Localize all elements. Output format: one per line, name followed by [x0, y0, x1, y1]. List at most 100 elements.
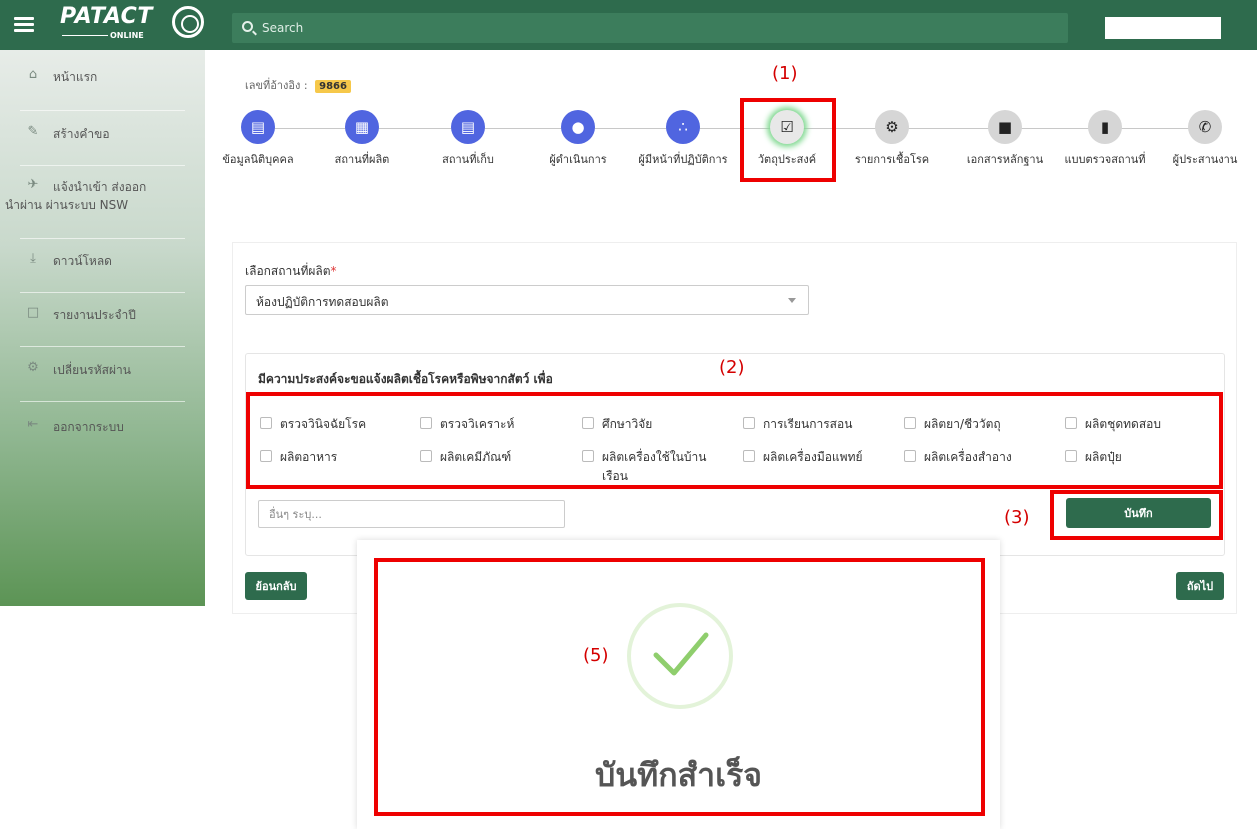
sidebar-divider — [20, 292, 185, 293]
logo-line — [62, 35, 108, 36]
reference-number: เลขที่อ้างอิง : 9866 — [245, 76, 351, 94]
sidebar-item-nsw[interactable]: ✈ แจ้งนำเข้า ส่งออก — [0, 178, 205, 197]
id-card-icon: ▤ — [241, 110, 275, 144]
cogs-icon: ⚙ — [875, 110, 909, 144]
checkbox-label: ผลิตยา/ชีววัตถุ — [924, 417, 1001, 431]
building-icon: ▦ — [345, 110, 379, 144]
purpose-checkbox[interactable]: ผลิตชุดทดสอบ — [1065, 415, 1205, 434]
step-label: ผู้มีหน้าที่ปฏิบัติการ — [638, 153, 728, 166]
purpose-checkbox[interactable]: ผลิตเคมีภัณฑ์ — [420, 448, 560, 467]
menu-icon[interactable] — [14, 14, 34, 36]
step-label: สถานที่ผลิต — [334, 153, 390, 166]
purpose-checkbox[interactable]: ผลิตปุ๋ย — [1065, 448, 1205, 467]
purpose-checkbox[interactable]: ผลิตเครื่องใช้ในบ้าน เรือน — [582, 448, 717, 486]
success-message: บันทึกสำเร็จ — [594, 756, 763, 794]
sidebar-divider — [20, 346, 185, 347]
sidebar-item-annual-report[interactable]: □ รายงานประจำปี — [0, 306, 205, 325]
caret-down-icon — [788, 298, 796, 303]
next-button[interactable]: ถัดไป — [1176, 572, 1224, 600]
save-button[interactable]: บันทึก — [1066, 498, 1211, 528]
step-operator[interactable]: ● ผู้ดำเนินการ — [523, 110, 633, 168]
annotation-label-1: (1) — [772, 63, 798, 84]
sidebar-divider — [20, 110, 185, 111]
checkbox-box[interactable] — [1065, 417, 1077, 429]
sidebar-item-create-request[interactable]: ✎ สร้างคำขอ — [0, 125, 205, 144]
purpose-checkbox[interactable]: การเรียนการสอน — [743, 415, 883, 434]
step-practitioners[interactable]: ∴ ผู้มีหน้าที่ปฏิบัติการ — [628, 110, 738, 168]
checkbox-box[interactable] — [420, 450, 432, 462]
checkbox-box[interactable] — [582, 450, 594, 462]
purpose-title: มีความประสงค์จะขอแจ้งผลิตเชื้อโรคหรือพิษ… — [258, 372, 553, 386]
checkbox-label: ตรวจวิเคราะห์ — [440, 417, 515, 431]
checkbox-label: ผลิตอาหาร — [280, 450, 338, 464]
purpose-checkbox[interactable]: ผลิตยา/ชีววัตถุ — [904, 415, 1044, 434]
reference-label: เลขที่อ้างอิง : — [245, 79, 308, 92]
sidebar-item-home[interactable]: ⌂ หน้าแรก — [0, 68, 205, 87]
purpose-checkbox[interactable]: ผลิตเครื่องมือแพทย์ — [743, 448, 898, 467]
sidebar-item-logout[interactable]: ⇤ ออกจากระบบ — [0, 418, 205, 437]
checkbox-label: ศึกษาวิจัย — [602, 417, 653, 431]
step-pathogen-list[interactable]: ⚙ รายการเชื้อโรค — [837, 110, 947, 168]
checkbox-box[interactable] — [1065, 450, 1077, 462]
checkbox-box[interactable] — [260, 417, 272, 429]
checkbox-box[interactable] — [904, 417, 916, 429]
users-icon: ∴ — [666, 110, 700, 144]
checkbox-box[interactable] — [743, 450, 755, 462]
purpose-checkbox[interactable]: ศึกษาวิจัย — [582, 415, 722, 434]
plane-icon: ✈ — [27, 177, 39, 192]
checkbox-label: ผลิตเครื่องสำอาง — [924, 450, 1012, 464]
checkbox-label: การเรียนการสอน — [763, 417, 853, 431]
sidebar-item-nsw-line2[interactable]: นำผ่าน ผ่านระบบ NSW — [0, 196, 205, 215]
sidebar-item-label: หน้าแรก — [53, 70, 98, 84]
check-square-icon: ☑ — [770, 110, 804, 144]
purpose-checkbox[interactable]: ตรวจวินิจฉัยโรค — [260, 415, 400, 434]
app-logo[interactable]: PATACT ONLINE — [60, 4, 210, 48]
step-juristic-person[interactable]: ▤ ข้อมูลนิติบุคคล — [203, 110, 313, 168]
download-icon: ⤓ — [30, 251, 36, 266]
search-input[interactable] — [262, 13, 1042, 43]
sidebar-item-label: สร้างคำขอ — [53, 127, 110, 141]
reference-badge: 9866 — [315, 80, 351, 93]
purpose-checkbox[interactable]: ตรวจวิเคราะห์ — [420, 415, 560, 434]
checkbox-box[interactable] — [904, 450, 916, 462]
step-site-inspection-form[interactable]: ▮ แบบตรวจสถานที่ — [1050, 110, 1160, 168]
annotation-label-2: (2) — [719, 357, 745, 378]
step-production-site[interactable]: ▦ สถานที่ผลิต — [307, 110, 417, 168]
user-icon: ● — [561, 110, 595, 144]
sidebar-item-change-password[interactable]: ⚙ เปลี่ยนรหัสผ่าน — [0, 361, 205, 380]
step-objective[interactable]: ☑ วัตถุประสงค์ — [732, 110, 842, 168]
site-select[interactable]: ห้องปฏิบัติการทดสอบผลิต — [245, 285, 809, 315]
checkbox-box[interactable] — [420, 417, 432, 429]
clipboard-icon: ▮ — [1088, 110, 1122, 144]
sidebar-item-label: แจ้งนำเข้า ส่งออก — [53, 180, 147, 194]
seal-icon — [172, 6, 204, 38]
step-label: รายการเชื้อโรค — [854, 153, 930, 166]
back-button[interactable]: ย้อนกลับ — [245, 572, 307, 600]
sidebar-item-label: ออกจากระบบ — [53, 420, 124, 434]
step-storage-site[interactable]: ▤ สถานที่เก็บ — [413, 110, 523, 168]
site-label-text: เลือกสถานที่ผลิต — [245, 264, 331, 278]
checkbox-label: ผลิตเครื่องใช้ในบ้าน เรือน — [602, 450, 707, 483]
checkbox-box[interactable] — [582, 417, 594, 429]
pencil-icon: ✎ — [27, 124, 39, 139]
checkbox-box[interactable] — [260, 450, 272, 462]
purpose-checkbox[interactable]: ผลิตเครื่องสำอาง — [904, 448, 1059, 467]
checkbox-box[interactable] — [743, 417, 755, 429]
user-info-box[interactable] — [1105, 17, 1221, 39]
gears-icon: ⚙ — [27, 360, 39, 375]
sidebar-divider — [20, 165, 185, 166]
home-icon: ⌂ — [28, 67, 38, 82]
other-purpose-input[interactable] — [258, 500, 565, 528]
step-coordinator[interactable]: ✆ ผู้ประสานงาน — [1150, 110, 1257, 168]
search-icon — [242, 21, 253, 32]
checkbox-label: ผลิตเคมีภัณฑ์ — [440, 450, 512, 464]
sidebar-item-label: ดาวน์โหลด — [53, 254, 112, 268]
site-field-label: เลือกสถานที่ผลิต* — [245, 262, 337, 281]
check-icon — [653, 632, 709, 676]
purpose-checkbox[interactable]: ผลิตอาหาร — [260, 448, 400, 467]
sidebar-item-download[interactable]: ⤓ ดาวน์โหลด — [0, 252, 205, 271]
checkbox-label: ผลิตชุดทดสอบ — [1085, 417, 1161, 431]
step-evidence-documents[interactable]: ■ เอกสารหลักฐาน — [950, 110, 1060, 168]
search-bar[interactable] — [232, 13, 1068, 43]
logo-text: PATACT — [60, 4, 153, 29]
